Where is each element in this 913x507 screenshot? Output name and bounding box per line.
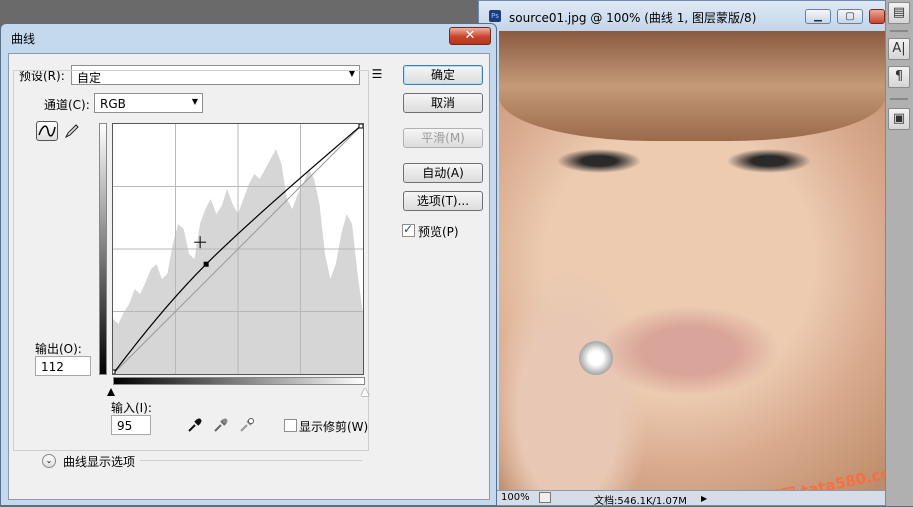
photo-ring bbox=[579, 341, 613, 375]
document-close-button[interactable] bbox=[869, 9, 885, 24]
pencil-icon bbox=[64, 124, 79, 139]
photo-hair bbox=[499, 31, 885, 141]
watermark: PS教程网 tata580.com bbox=[729, 460, 885, 493]
gray-eyedropper-icon[interactable] bbox=[212, 416, 230, 434]
maximize-icon: ▢ bbox=[845, 11, 855, 22]
cancel-button[interactable]: 取消 bbox=[403, 93, 483, 113]
auto-button[interactable]: 自动(A) bbox=[403, 163, 483, 183]
character-icon[interactable]: A| bbox=[888, 38, 910, 60]
maximize-button[interactable]: ▢ bbox=[837, 9, 863, 24]
black-point-slider[interactable] bbox=[107, 388, 115, 396]
expand-chevron-icon[interactable]: ⌄ bbox=[42, 454, 56, 468]
history-icon[interactable]: ▤ bbox=[888, 2, 910, 24]
black-eyedropper-icon[interactable] bbox=[186, 416, 204, 434]
selected-curve-point bbox=[203, 261, 209, 267]
output-gradient-bar bbox=[99, 123, 107, 375]
curve-icon bbox=[38, 125, 56, 137]
ok-button[interactable]: 确定 bbox=[403, 65, 483, 85]
options-divider bbox=[140, 460, 362, 461]
dialog-close-button[interactable]: ✕ bbox=[449, 27, 491, 45]
status-bar: 100% 文档:546.1K/1.07M ▶ bbox=[479, 490, 885, 507]
preset-options-icon[interactable]: ☰ bbox=[369, 66, 385, 82]
zoom-level[interactable]: 100% bbox=[501, 492, 530, 503]
white-point-slider[interactable] bbox=[361, 388, 369, 396]
minimize-icon: ▁ bbox=[814, 11, 822, 22]
show-clipping-label: 显示修剪(W) bbox=[299, 420, 369, 434]
info-menu-arrow-icon[interactable]: ▶ bbox=[701, 494, 707, 503]
document-info[interactable]: 文档:546.1K/1.07M bbox=[594, 492, 687, 507]
curve-graph-svg bbox=[110, 123, 364, 375]
curve-edit-tool-button[interactable] bbox=[36, 121, 58, 141]
white-eyedropper-icon[interactable] bbox=[238, 416, 256, 434]
show-clipping-checkbox[interactable] bbox=[284, 419, 297, 432]
preview-label: 预览(P) bbox=[418, 225, 459, 239]
curve-endpoint bbox=[110, 369, 116, 375]
paragraph-icon[interactable]: ¶ bbox=[888, 66, 910, 88]
options-button[interactable]: 选项(T)... bbox=[403, 191, 483, 211]
input-gradient-bar bbox=[113, 377, 365, 385]
curve-display-options-label[interactable]: 曲线显示选项 bbox=[63, 453, 135, 470]
notes-icon[interactable]: ▣ bbox=[888, 108, 910, 130]
channel-value: RGB bbox=[100, 97, 126, 111]
dialog-title: 曲线 bbox=[11, 32, 36, 46]
input-value: 95 bbox=[117, 419, 133, 433]
preview-checkbox[interactable]: ✓ bbox=[402, 222, 415, 237]
chevron-down-icon: ▼ bbox=[191, 97, 198, 106]
right-panel-dock: ▤ A| ¶ ▣ bbox=[886, 0, 913, 506]
minimize-button[interactable]: ▁ bbox=[805, 9, 831, 24]
document-titlebar[interactable]: Ps source01.jpg @ 100% (曲线 1, 图层蒙版/8) ▁ … bbox=[479, 1, 885, 31]
output-field[interactable]: 112 bbox=[35, 356, 91, 376]
curve-endpoint bbox=[358, 123, 364, 129]
document-title: source01.jpg @ 100% (曲线 1, 图层蒙版/8) bbox=[509, 11, 757, 25]
input-field[interactable]: 95 bbox=[111, 415, 151, 435]
checkmark-icon: ✓ bbox=[403, 222, 414, 236]
dock-separator bbox=[890, 30, 908, 32]
channel-label: 通道(C): bbox=[42, 96, 92, 113]
canvas-photo[interactable]: PS教程网 tata580.com bbox=[499, 31, 885, 493]
zoom-icon[interactable] bbox=[539, 492, 551, 503]
document-window: Ps source01.jpg @ 100% (曲线 1, 图层蒙版/8) ▁ … bbox=[478, 0, 886, 507]
pencil-tool-button[interactable] bbox=[63, 122, 81, 140]
smooth-button[interactable]: 平滑(M) bbox=[403, 128, 483, 148]
output-value: 112 bbox=[41, 360, 64, 374]
channel-select[interactable]: RGB ▼ bbox=[94, 93, 203, 113]
photoshop-icon: Ps bbox=[489, 10, 501, 22]
dock-separator bbox=[890, 98, 908, 100]
curve-graph[interactable] bbox=[110, 123, 364, 375]
input-label: 输入(I): bbox=[111, 401, 152, 415]
output-label: 输出(O): bbox=[35, 342, 82, 356]
